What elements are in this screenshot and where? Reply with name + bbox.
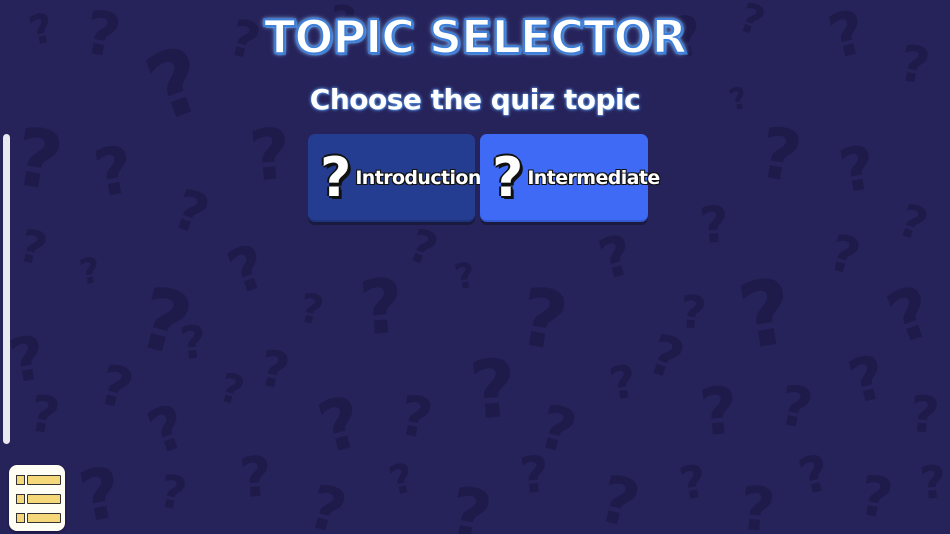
- background-question-mark-icon: ?: [139, 391, 196, 469]
- background-question-mark-icon: ?: [891, 193, 935, 252]
- background-question-mark-icon: ?: [592, 221, 640, 293]
- background-question-mark-icon: ?: [7, 109, 70, 210]
- background-question-mark-icon: ?: [394, 382, 438, 452]
- background-question-mark-icon: ?: [696, 373, 741, 452]
- background-question-mark-icon: ?: [301, 471, 354, 534]
- background-question-mark-icon: ?: [640, 321, 693, 393]
- background-question-mark-icon: ?: [590, 461, 647, 534]
- background-question-mark-icon: ?: [822, 223, 867, 287]
- background-question-mark-icon: ?: [246, 112, 295, 198]
- background-question-mark-icon: ?: [774, 372, 818, 442]
- background-question-mark-icon: ?: [465, 341, 521, 438]
- scrollbar[interactable]: [3, 134, 10, 444]
- background-question-mark-icon: ?: [13, 218, 53, 277]
- background-question-mark-icon: ?: [792, 443, 837, 507]
- background-question-mark-icon: ?: [165, 176, 218, 248]
- background-question-mark-icon: ?: [697, 194, 732, 256]
- background-question-mark-icon: ?: [237, 443, 275, 511]
- topic-label: Introduction: [355, 167, 481, 189]
- background-question-mark-icon: ?: [512, 269, 575, 370]
- background-question-mark-icon: ?: [443, 471, 498, 534]
- background-question-mark-icon: ?: [401, 218, 445, 277]
- background-question-mark-icon: ?: [877, 269, 944, 361]
- background-question-mark-icon: ?: [834, 132, 881, 208]
- topic-button-introduction[interactable]: ? Introduction: [308, 134, 481, 222]
- background-question-mark-icon: ?: [25, 383, 64, 447]
- topic-label: Intermediate: [527, 167, 660, 189]
- background-question-mark-icon: ?: [73, 451, 128, 534]
- background-question-mark-icon: ?: [531, 391, 584, 469]
- background-question-mark-icon: ?: [4, 322, 51, 398]
- background-question-mark-icon: ?: [677, 284, 709, 341]
- question-mark-icon: ?: [492, 146, 524, 209]
- page-subtitle: Choose the quiz topic: [309, 83, 641, 116]
- background-question-mark-icon: ?: [854, 462, 898, 532]
- background-question-mark-icon: ?: [737, 473, 778, 534]
- background-question-mark-icon: ?: [128, 268, 202, 377]
- background-question-mark-icon: ?: [155, 464, 191, 521]
- background-question-mark-icon: ?: [517, 444, 552, 506]
- background-question-mark-icon: ?: [917, 454, 949, 511]
- background-question-mark-icon: ?: [214, 364, 249, 416]
- background-question-mark-icon: ?: [310, 380, 371, 470]
- topic-button-intermediate[interactable]: ? Intermediate: [480, 134, 660, 222]
- background-question-mark-icon: ?: [451, 255, 479, 299]
- background-question-mark-icon: ?: [675, 454, 711, 511]
- background-question-mark-icon: ?: [384, 454, 419, 506]
- background-question-mark-icon: ?: [88, 132, 139, 213]
- page-title: TOPIC SELECTOR: [263, 9, 688, 65]
- list-menu-button[interactable]: [9, 465, 65, 531]
- background-question-mark-icon: ?: [255, 338, 294, 402]
- background-question-mark-icon: ?: [753, 111, 808, 199]
- background-question-mark-icon: ?: [841, 341, 894, 419]
- question-mark-icon: ?: [320, 146, 352, 209]
- background-question-mark-icon: ?: [219, 231, 276, 309]
- question-mark-background-pattern: ????????????????????????????????????????…: [0, 0, 950, 534]
- background-question-mark-icon: ?: [76, 250, 104, 294]
- background-question-mark-icon: ?: [177, 314, 209, 371]
- background-question-mark-icon: ?: [907, 384, 942, 446]
- background-question-mark-icon: ?: [92, 351, 140, 423]
- background-question-mark-icon: ?: [731, 258, 801, 371]
- background-question-mark-icon: ?: [605, 354, 641, 411]
- background-question-mark-icon: ?: [296, 285, 328, 335]
- background-question-mark-icon: ?: [356, 261, 408, 353]
